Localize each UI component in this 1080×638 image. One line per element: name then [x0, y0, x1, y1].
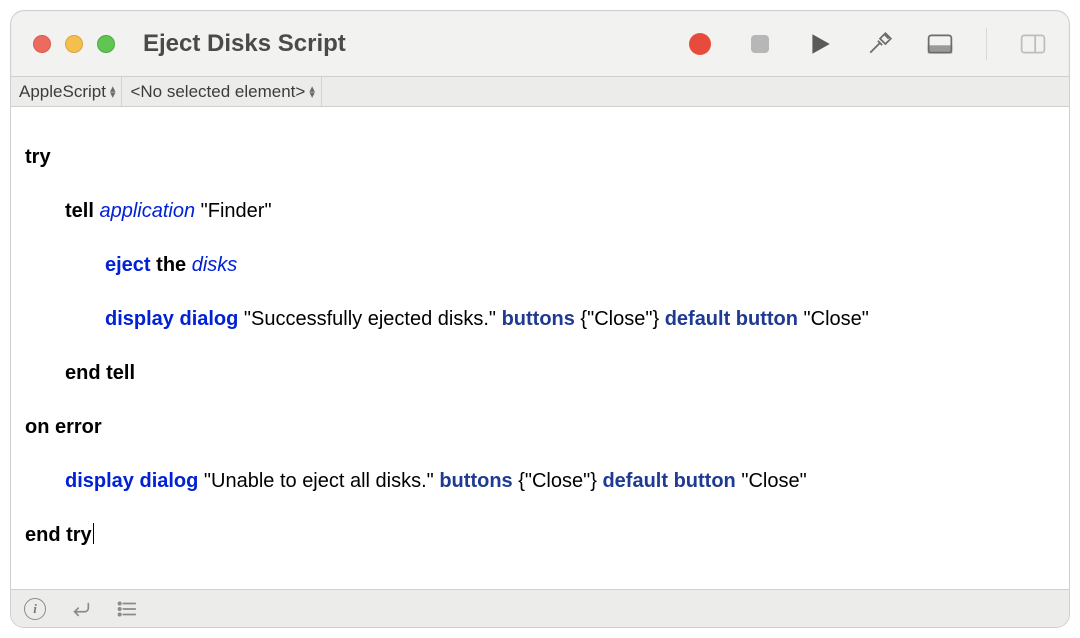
result-pane-button[interactable] [69, 597, 93, 621]
info-icon: i [24, 598, 46, 620]
code-token: display dialog [65, 470, 198, 492]
log-pane-button[interactable] [115, 597, 139, 621]
play-icon [807, 31, 833, 57]
code-token: eject [105, 254, 151, 276]
code-token: tell [65, 200, 94, 222]
code-token: "Unable to eject all disks." [198, 470, 439, 492]
description-button[interactable]: i [23, 597, 47, 621]
language-label: AppleScript [19, 83, 106, 100]
stop-icon [751, 35, 769, 53]
window-title: Eject Disks Script [143, 32, 346, 56]
navigation-bar: AppleScript ▴▾ <No selected element> ▴▾ [11, 77, 1069, 107]
toolbar [686, 28, 1047, 60]
record-icon [689, 33, 711, 55]
close-window-button[interactable] [33, 35, 51, 53]
code-token: {"Close"} [575, 308, 665, 330]
code-token: end try [25, 524, 92, 546]
status-bar: i [11, 589, 1069, 627]
titlebar: Eject Disks Script [11, 11, 1069, 77]
code-token: {"Close"} [513, 470, 603, 492]
script-editor-window: Eject Disks Script [10, 10, 1070, 628]
code-token: the [156, 254, 186, 276]
code-token: disks [192, 254, 238, 276]
code-token: "Successfully ejected disks." [238, 308, 501, 330]
chevron-updown-icon: ▴▾ [110, 86, 116, 98]
code-token: application [99, 200, 195, 222]
toggle-side-panel-button[interactable] [1019, 30, 1047, 58]
element-path-popup[interactable]: <No selected element> ▴▾ [122, 77, 321, 106]
code-token: display dialog [105, 308, 238, 330]
panel-bottom-icon [927, 31, 953, 57]
toolbar-divider [986, 28, 987, 60]
code-token: "Close" [736, 470, 807, 492]
chevron-updown-icon: ▴▾ [309, 86, 315, 98]
code-token: on error [25, 416, 102, 438]
code-token: "Close" [798, 308, 869, 330]
code-token: "Finder" [195, 200, 271, 222]
build-button[interactable] [866, 30, 894, 58]
zoom-window-button[interactable] [97, 35, 115, 53]
run-button[interactable] [806, 30, 834, 58]
panel-side-icon [1020, 31, 1046, 57]
traffic-lights [33, 35, 115, 53]
code-token: default button [602, 470, 735, 492]
hammer-icon [867, 31, 893, 57]
code-token: try [25, 146, 51, 168]
toggle-bottom-panel-button[interactable] [926, 30, 954, 58]
code-token: buttons [439, 470, 512, 492]
text-caret [93, 523, 94, 544]
stop-button[interactable] [746, 30, 774, 58]
minimize-window-button[interactable] [65, 35, 83, 53]
code-editor[interactable]: try tell application "Finder" eject the … [11, 107, 1069, 589]
element-path-label: <No selected element> [130, 83, 305, 100]
code-token: default button [665, 308, 798, 330]
record-button[interactable] [686, 30, 714, 58]
code-token: end tell [65, 362, 135, 384]
language-popup[interactable]: AppleScript ▴▾ [11, 77, 122, 106]
list-icon [116, 598, 138, 620]
code-token: buttons [502, 308, 575, 330]
return-arrow-icon [70, 598, 92, 620]
